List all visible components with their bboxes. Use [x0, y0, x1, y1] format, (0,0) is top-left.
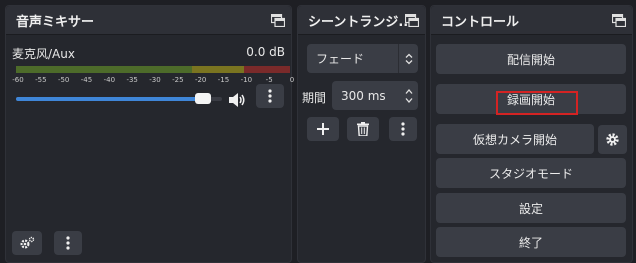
transition-select-value: フェード [316, 52, 365, 66]
meter-red-zone [244, 66, 290, 73]
controls-dock: コントロール 配信開始 録画開始 仮想カメラ開始 スタジオモード 設定 終了 [430, 5, 633, 263]
meter-scale-tick: -20 [194, 76, 207, 84]
float-icon[interactable] [612, 14, 626, 27]
settings-button[interactable]: 設定 [436, 193, 626, 223]
meter-scale-tick: -40 [103, 76, 116, 84]
scene-transitions-title: シーントランジ... [308, 14, 414, 30]
meter-scale-tick: -25 [172, 76, 184, 84]
meter-scale-tick: 0 [289, 76, 295, 84]
meter-scale-tick: -45 [80, 76, 93, 84]
meter-scale: -60 -55 -50 -45 -40 -35 -30 -25 -20 -15 -10 -5 0 [10, 76, 295, 86]
studio-mode-label: スタジオモード [488, 166, 573, 181]
volume-slider[interactable] [16, 93, 222, 104]
meter-scale-tick: -50 [57, 76, 70, 84]
audio-source-level: 0.0 dB [246, 45, 285, 59]
remove-transition-button[interactable] [347, 117, 379, 141]
audio-mixer-title: 音声ミキサー [16, 14, 95, 30]
chevron-updown-icon[interactable] [400, 81, 418, 110]
meter-scale-tick: -10 [240, 76, 253, 84]
settings-label: 設定 [518, 201, 543, 216]
exit-button[interactable]: 終了 [436, 227, 626, 257]
chevron-updown-icon [398, 44, 418, 73]
scene-transitions-dock: シーントランジ... フェード 期間 300 ms [297, 5, 426, 263]
meter-scale-tick: -30 [149, 76, 161, 84]
virtual-camera-settings-button[interactable] [598, 125, 627, 154]
volume-slider-fill [16, 97, 203, 101]
audio-mixer-dock: 音声ミキサー 麦克风/Aux 0.0 dB -60 -55 -50 -45 -40 -35… [5, 5, 295, 263]
audio-source-menu-button[interactable] [256, 84, 284, 108]
scene-transitions-header: シーントランジ... [298, 6, 425, 35]
volume-slider-handle[interactable] [195, 93, 211, 104]
meter-scale-tick: -15 [217, 76, 230, 84]
meter-yellow-zone [192, 66, 244, 73]
start-streaming-label: 配信開始 [506, 52, 555, 67]
speaker-icon[interactable] [228, 92, 246, 108]
highlight-outline [496, 91, 578, 115]
controls-header: コントロール [431, 6, 632, 35]
trash-icon [357, 122, 369, 136]
start-virtual-camera-label: 仮想カメラ開始 [472, 132, 557, 147]
gear-icon [20, 236, 35, 249]
advanced-audio-settings-button[interactable] [12, 231, 42, 255]
float-icon[interactable] [405, 14, 419, 27]
transition-menu-button[interactable] [389, 117, 417, 141]
meter-scale-tick: -35 [126, 76, 138, 84]
audio-source-row: 麦克风/Aux 0.0 dB [12, 45, 285, 62]
add-transition-button[interactable] [307, 117, 339, 141]
start-streaming-button[interactable]: 配信開始 [436, 44, 626, 74]
start-recording-button[interactable]: 録画開始 [436, 84, 626, 115]
float-icon[interactable] [271, 14, 285, 27]
audio-mixer-header: 音声ミキサー [6, 6, 291, 35]
transition-select[interactable]: フェード [307, 44, 418, 73]
kebab-icon [66, 236, 70, 250]
audio-mixer-menu-button[interactable] [54, 231, 82, 255]
volume-meter [16, 66, 290, 73]
meter-scale-tick: -60 [12, 76, 24, 84]
audio-source-name: 麦克风/Aux [12, 47, 75, 61]
studio-mode-button[interactable]: スタジオモード [436, 158, 626, 188]
exit-label: 終了 [518, 235, 543, 250]
meter-green-zone [16, 66, 192, 73]
duration-label: 期間 [302, 91, 327, 105]
kebab-icon [268, 89, 272, 103]
gear-icon [606, 133, 619, 146]
meter-scale-tick: -5 [265, 76, 273, 84]
start-virtual-camera-button[interactable]: 仮想カメラ開始 [436, 124, 594, 154]
plus-icon [317, 123, 329, 135]
duration-value: 300 ms [341, 88, 386, 103]
meter-scale-tick: -55 [35, 76, 47, 84]
kebab-icon [401, 122, 405, 136]
duration-spinbox[interactable]: 300 ms [332, 81, 418, 110]
controls-title: コントロール [441, 14, 520, 30]
